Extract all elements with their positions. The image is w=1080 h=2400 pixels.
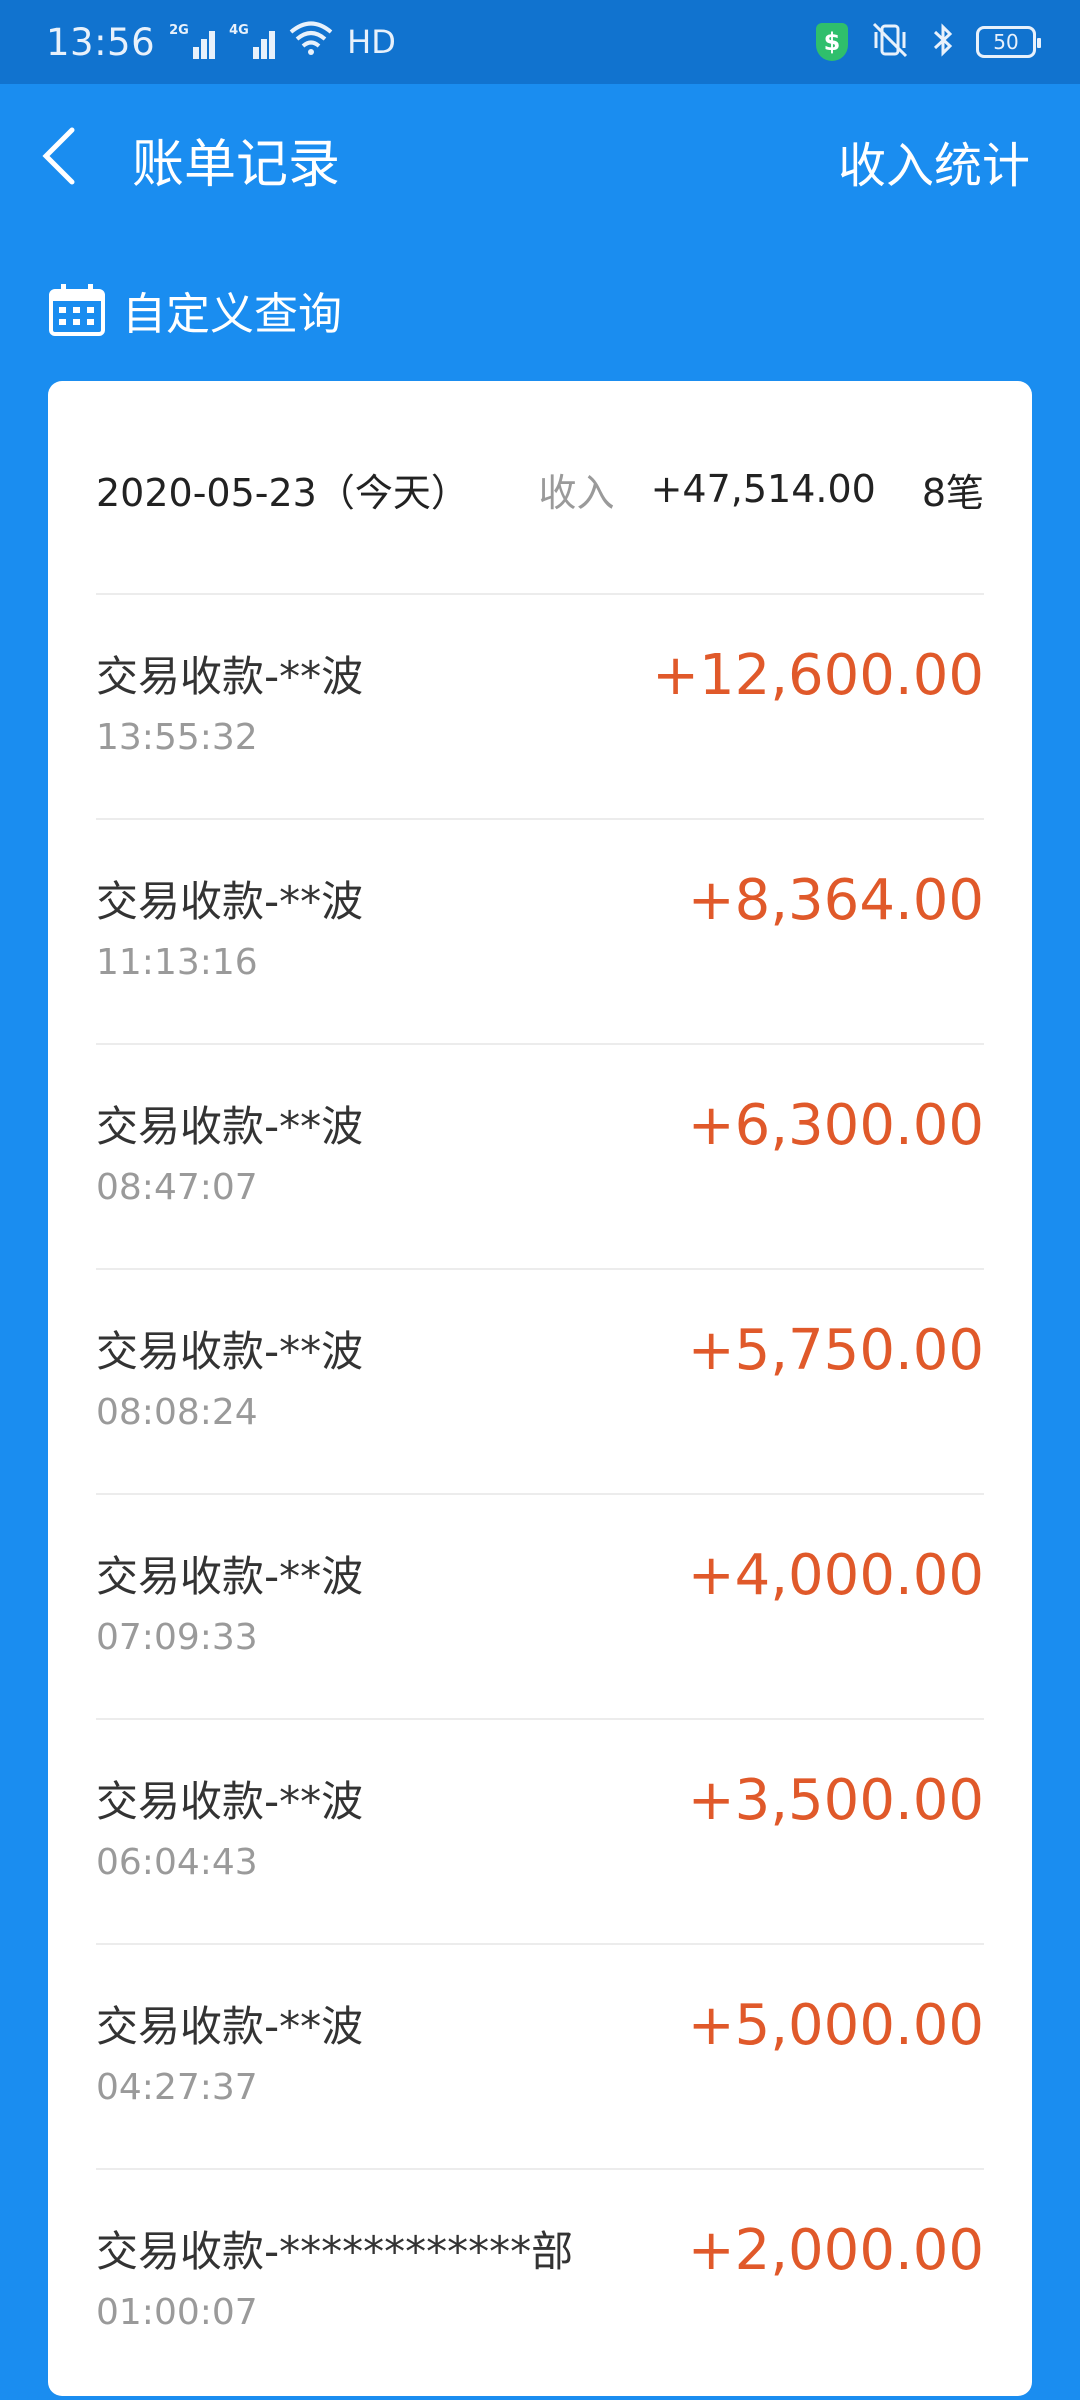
transaction-time: 06:04:43 <box>96 1842 258 1883</box>
transaction-amount: +5,000.00 <box>687 1993 984 2058</box>
nav-bar: 账单记录 收入统计 <box>0 84 1080 228</box>
transaction-time: 13:55:32 <box>96 717 258 758</box>
day-summary: 2020-05-23（今天） 收入 +47,514.00 8笔 <box>96 381 984 595</box>
vibrate-off-icon <box>870 22 910 62</box>
transaction-time: 01:00:07 <box>96 2292 258 2333</box>
transaction-row[interactable]: 交易收款-**波 07:09:33 +4,000.00 <box>96 1495 984 1720</box>
transaction-time: 08:08:24 <box>96 1392 258 1433</box>
summary-date: 2020-05-23（今天） <box>96 470 469 515</box>
transaction-name: 交易收款-**波 <box>96 1102 364 1151</box>
transaction-name: 交易收款-**波 <box>96 1777 364 1826</box>
shield-icon: $ <box>816 23 848 61</box>
income-stats-button[interactable]: 收入统计 <box>838 126 1030 196</box>
summary-income-label: 收入 <box>538 470 615 515</box>
signal-4g-icon: 4G <box>229 23 276 59</box>
transaction-row[interactable]: 交易收款-**波 08:47:07 +6,300.00 <box>96 1045 984 1270</box>
transaction-amount: +12,600.00 <box>652 643 984 708</box>
page-title: 账单记录 <box>132 135 341 195</box>
transaction-amount: +2,000.00 <box>687 2218 984 2283</box>
summary-count: 8笔 <box>921 470 984 515</box>
status-bar: 13:56 2G 4G HD $ 50 <box>0 0 1080 84</box>
transaction-amount: +8,364.00 <box>687 868 984 933</box>
signal-2g-label: 2G <box>169 23 189 38</box>
transaction-name: 交易收款-**波 <box>96 652 364 701</box>
transaction-time: 04:27:37 <box>96 2067 258 2108</box>
bill-card: 2020-05-23（今天） 收入 +47,514.00 8笔 交易收款-**波… <box>48 381 1032 2396</box>
transaction-amount: +6,300.00 <box>687 1093 984 1158</box>
transaction-amount: +5,750.00 <box>687 1318 984 1383</box>
custom-query-button[interactable]: 自定义查询 <box>48 278 342 342</box>
transaction-name: 交易收款-**波 <box>96 1327 364 1376</box>
transaction-row[interactable]: 交易收款-**波 08:08:24 +5,750.00 <box>96 1270 984 1495</box>
transaction-row[interactable]: 交易收款-**波 06:04:43 +3,500.00 <box>96 1720 984 1945</box>
transaction-row[interactable]: 交易收款-************部 01:00:07 +2,000.00 <box>96 2170 984 2395</box>
hd-label: HD <box>347 23 396 61</box>
transaction-amount: +4,000.00 <box>687 1543 984 1608</box>
bluetooth-icon <box>932 22 954 62</box>
wifi-icon <box>289 21 333 64</box>
calendar-icon <box>49 284 105 336</box>
signal-2g-icon: 2G <box>169 23 216 59</box>
transaction-time: 11:13:16 <box>96 942 258 983</box>
summary-amount: +47,514.00 <box>650 467 876 511</box>
battery-icon: 50 <box>976 26 1041 58</box>
transaction-row[interactable]: 交易收款-**波 11:13:16 +8,364.00 <box>96 820 984 1045</box>
transaction-name: 交易收款-**波 <box>96 1552 364 1601</box>
back-button[interactable] <box>0 84 120 228</box>
transaction-name: 交易收款-************部 <box>96 2227 574 2276</box>
transaction-name: 交易收款-**波 <box>96 2002 364 2051</box>
custom-query-label: 自定义查询 <box>122 289 342 340</box>
transaction-time: 07:09:33 <box>96 1617 258 1658</box>
status-time: 13:56 <box>46 20 156 64</box>
chevron-left-icon <box>42 127 75 185</box>
transaction-row[interactable]: 交易收款-**波 13:55:32 +12,600.00 <box>96 595 984 820</box>
transaction-amount: +3,500.00 <box>687 1768 984 1833</box>
transaction-time: 08:47:07 <box>96 1167 258 1208</box>
signal-4g-label: 4G <box>229 23 249 38</box>
transaction-row[interactable]: 交易收款-**波 04:27:37 +5,000.00 <box>96 1945 984 2170</box>
transaction-name: 交易收款-**波 <box>96 877 364 926</box>
